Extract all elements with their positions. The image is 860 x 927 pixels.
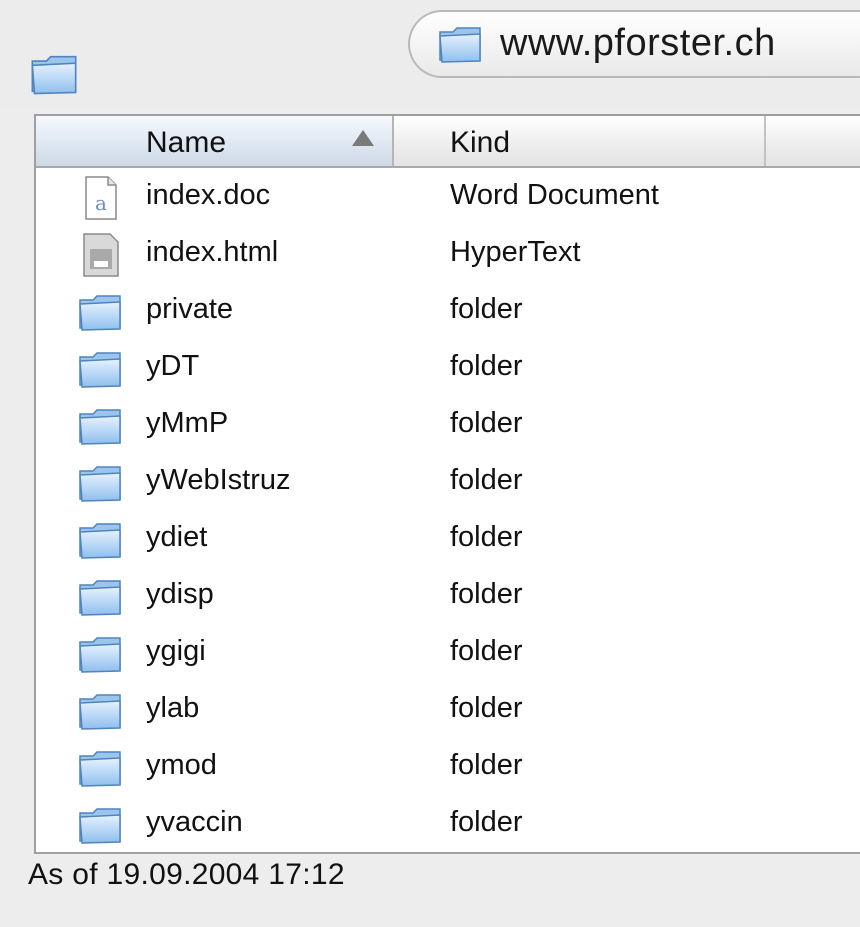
folder-icon xyxy=(76,744,124,792)
file-name: yvaccin xyxy=(146,806,243,838)
file-name: index.doc xyxy=(146,179,271,211)
html-document-icon xyxy=(76,231,124,279)
file-kind: folder xyxy=(450,350,523,382)
folder-icon xyxy=(76,573,124,621)
list-item[interactable]: ydisp folder xyxy=(36,567,860,624)
list-rows: index.doc Word Document index.html Hyper… xyxy=(36,168,860,852)
folder-icon xyxy=(76,402,124,450)
list-item[interactable]: ymod folder xyxy=(36,738,860,795)
window-toolbar: www.pforster.ch xyxy=(0,0,860,110)
file-kind: folder xyxy=(450,806,523,838)
file-kind: folder xyxy=(450,521,523,553)
folder-icon xyxy=(436,20,484,68)
file-kind: folder xyxy=(450,749,523,781)
column-kind-label: Kind xyxy=(450,126,511,159)
column-header-kind[interactable]: Kind xyxy=(394,116,766,166)
file-kind: folder xyxy=(450,692,523,724)
column-name-label: Name xyxy=(146,126,227,159)
path-label: www.pforster.ch xyxy=(500,22,776,64)
list-item[interactable]: index.html HyperText xyxy=(36,225,860,282)
list-item[interactable]: yWebIstruz folder xyxy=(36,453,860,510)
folder-icon xyxy=(76,630,124,678)
folder-icon[interactable] xyxy=(28,48,80,100)
file-name: yWebIstruz xyxy=(146,464,291,496)
list-header: Name Kind xyxy=(36,116,860,168)
column-header-extra[interactable] xyxy=(766,116,860,166)
folder-icon xyxy=(76,345,124,393)
status-text: As of 19.09.2004 17:12 xyxy=(28,858,345,891)
list-item[interactable]: ygigi folder xyxy=(36,624,860,681)
sort-ascending-icon xyxy=(352,130,374,146)
folder-icon xyxy=(76,687,124,735)
column-header-name[interactable]: Name xyxy=(36,116,394,166)
file-name: ydisp xyxy=(146,578,214,610)
file-name: yMmP xyxy=(146,407,229,439)
list-item[interactable]: yDT folder xyxy=(36,339,860,396)
file-name: yDT xyxy=(146,350,200,382)
folder-icon xyxy=(76,459,124,507)
list-item[interactable]: yMmP folder xyxy=(36,396,860,453)
file-name: index.html xyxy=(146,236,279,268)
list-item[interactable]: private folder xyxy=(36,282,860,339)
file-kind: folder xyxy=(450,293,523,325)
file-name: ydiet xyxy=(146,521,208,553)
file-name: ymod xyxy=(146,749,217,781)
path-popup-button[interactable]: www.pforster.ch xyxy=(408,10,860,78)
file-kind: Word Document xyxy=(450,179,659,211)
file-kind: HyperText xyxy=(450,236,581,268)
file-name: private xyxy=(146,293,234,325)
word-document-icon xyxy=(76,174,124,222)
file-kind: folder xyxy=(450,464,523,496)
list-item[interactable]: index.doc Word Document xyxy=(36,168,860,225)
file-list[interactable]: Name Kind index.doc Word Document index.… xyxy=(34,114,860,854)
list-item[interactable]: yvaccin folder xyxy=(36,795,860,852)
folder-icon xyxy=(76,801,124,849)
folder-icon xyxy=(76,288,124,336)
file-name: ylab xyxy=(146,692,200,724)
file-kind: folder xyxy=(450,407,523,439)
file-kind: folder xyxy=(450,578,523,610)
list-item[interactable]: ydiet folder xyxy=(36,510,860,567)
list-item[interactable]: ylab folder xyxy=(36,681,860,738)
folder-icon xyxy=(76,516,124,564)
file-kind: folder xyxy=(450,635,523,667)
file-name: ygigi xyxy=(146,635,206,667)
